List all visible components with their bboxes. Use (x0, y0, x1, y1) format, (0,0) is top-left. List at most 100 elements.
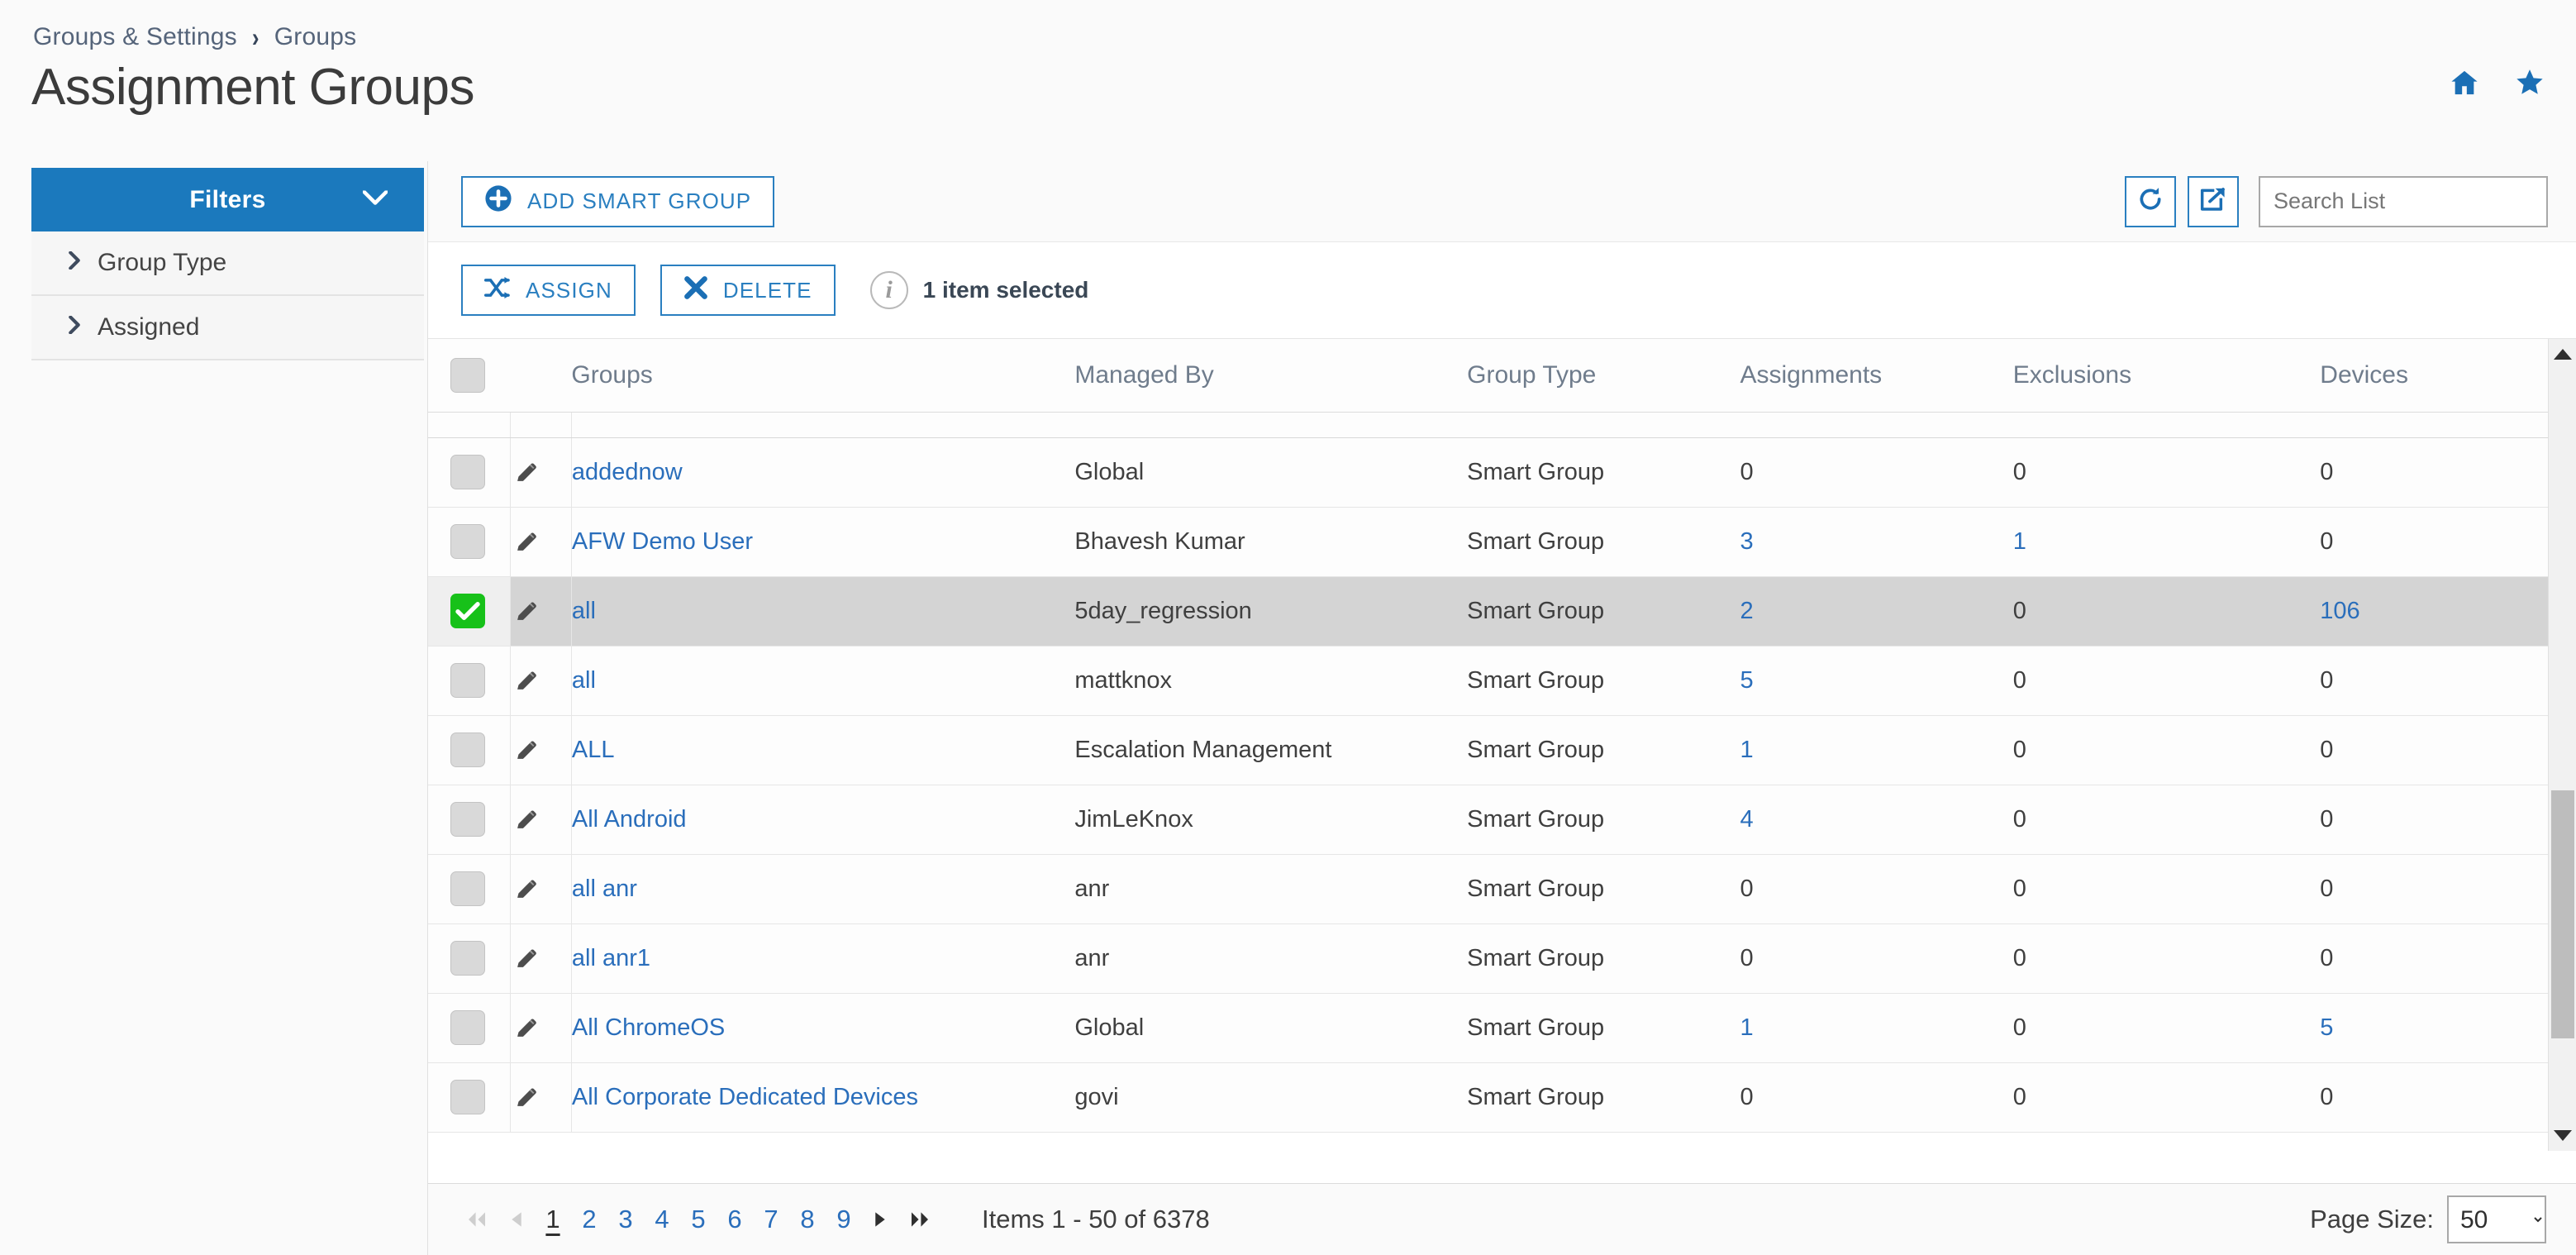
cell-group-name[interactable]: All ChromeOS (571, 993, 1075, 1063)
table-row[interactable]: ALL Escalation Management Smart Group 1 0 0 (428, 715, 2576, 785)
row-select-cell[interactable] (428, 1062, 511, 1133)
breadcrumb-item-groups-settings[interactable]: Groups & Settings (33, 23, 237, 51)
row-checkbox[interactable] (450, 455, 485, 489)
cell-devices[interactable]: 106 (2320, 576, 2576, 647)
row-edit-cell[interactable] (510, 576, 572, 647)
cell-group-name[interactable]: all anr1 (571, 923, 1075, 994)
row-checkbox[interactable] (450, 1080, 485, 1114)
next-page-button[interactable] (873, 1211, 888, 1228)
row-edit-cell[interactable] (510, 1062, 572, 1133)
last-page-button[interactable] (909, 1211, 931, 1228)
column-header-managed-by[interactable]: Managed By (1074, 339, 1468, 413)
edit-pencil-icon[interactable] (511, 599, 571, 623)
page-number-8[interactable]: 8 (800, 1205, 815, 1234)
table-row[interactable]: All Android JimLeKnox Smart Group 4 0 0 (428, 785, 2576, 855)
group-name-link[interactable]: ALL (572, 737, 615, 763)
previous-page-button[interactable] (509, 1211, 524, 1228)
page-number-1[interactable]: 1 (545, 1205, 560, 1234)
cell-assignments[interactable]: 1 (1740, 993, 2013, 1063)
edit-pencil-icon[interactable] (511, 946, 571, 971)
filters-header[interactable]: Filters (31, 168, 424, 231)
edit-pencil-icon[interactable] (511, 460, 571, 484)
assign-button[interactable]: ASSIGN (461, 265, 636, 316)
row-select-cell[interactable] (428, 507, 511, 577)
table-row[interactable]: addednow Global Smart Group 0 0 0 (428, 437, 2576, 508)
filter-item-assigned[interactable]: Assigned (31, 296, 424, 360)
edit-pencil-icon[interactable] (511, 807, 571, 832)
page-size-select[interactable]: 50 (2447, 1195, 2546, 1243)
first-page-button[interactable] (466, 1211, 488, 1228)
add-smart-group-button[interactable]: ADD SMART GROUP (461, 175, 775, 227)
cell-group-name[interactable]: all (571, 576, 1075, 647)
group-name-link[interactable]: All ChromeOS (572, 1014, 725, 1041)
cell-group-name[interactable]: ALL (571, 715, 1075, 785)
column-header-groups[interactable]: Groups (571, 339, 1075, 413)
page-number-4[interactable]: 4 (655, 1205, 669, 1234)
group-name-link[interactable]: addednow (572, 459, 683, 485)
edit-pencil-icon[interactable] (511, 876, 571, 901)
cell-group-name[interactable] (571, 412, 1075, 438)
cell-group-name[interactable]: All Android (571, 785, 1075, 855)
group-name-link[interactable]: all anr1 (572, 945, 650, 971)
cell-group-name[interactable]: all (571, 646, 1075, 716)
table-row[interactable]: All ChromeOS Global Smart Group 1 0 5 (428, 993, 2576, 1063)
scroll-up-arrow-icon[interactable] (2553, 349, 2572, 360)
edit-pencil-icon[interactable] (511, 1015, 571, 1040)
chevron-down-icon[interactable] (362, 189, 388, 209)
row-checkbox[interactable] (450, 871, 485, 906)
cell-group-name[interactable]: addednow (571, 437, 1075, 508)
table-row[interactable]: all anr anr Smart Group 0 0 0 (428, 854, 2576, 924)
row-select-cell[interactable] (428, 437, 511, 508)
row-edit-cell[interactable] (510, 854, 572, 924)
cell-assignments-value[interactable]: 3 (1740, 528, 1753, 555)
row-checkbox[interactable] (450, 594, 485, 628)
cell-exclusions[interactable]: 1 (2012, 507, 2321, 577)
table-row[interactable]: Smart Group100 (428, 412, 2576, 438)
row-select-cell[interactable] (428, 993, 511, 1063)
cell-assignments-value[interactable]: 2 (1740, 598, 1753, 624)
row-edit-cell[interactable] (510, 993, 572, 1063)
row-checkbox[interactable] (450, 1010, 485, 1045)
column-header-exclusions[interactable]: Exclusions (2012, 339, 2321, 413)
scrollbar-thumb[interactable] (2551, 790, 2574, 1038)
breadcrumb-item-groups[interactable]: Groups (274, 23, 357, 51)
group-name-link[interactable]: all (572, 598, 596, 624)
row-select-cell[interactable] (428, 412, 511, 438)
row-edit-cell[interactable] (510, 412, 572, 438)
home-icon[interactable] (2450, 69, 2478, 96)
row-checkbox[interactable] (450, 941, 485, 976)
row-checkbox[interactable] (450, 802, 485, 837)
row-select-cell[interactable] (428, 923, 511, 994)
cell-assignments[interactable]: 3 (1740, 507, 2013, 577)
page-number-6[interactable]: 6 (727, 1205, 742, 1234)
row-edit-cell[interactable] (510, 715, 572, 785)
export-button[interactable] (2188, 175, 2239, 227)
group-name-link[interactable]: AFW Demo User (572, 528, 753, 555)
cell-assignments[interactable]: 2 (1740, 576, 2013, 647)
page-number-9[interactable]: 9 (836, 1205, 851, 1234)
edit-pencil-icon[interactable] (511, 1085, 571, 1109)
row-select-cell[interactable] (428, 785, 511, 855)
cell-devices-value[interactable]: 5 (2320, 1014, 2333, 1041)
filter-item-group-type[interactable]: Group Type (31, 231, 424, 296)
row-checkbox[interactable] (450, 663, 485, 698)
row-select-cell[interactable] (428, 576, 511, 647)
page-number-2[interactable]: 2 (582, 1205, 597, 1234)
column-header-devices[interactable]: Devices (2320, 339, 2576, 413)
cell-group-name[interactable]: all anr (571, 854, 1075, 924)
cell-group-name[interactable]: AFW Demo User (571, 507, 1075, 577)
row-select-cell[interactable] (428, 854, 511, 924)
column-header-assignments[interactable]: Assignments (1740, 339, 2013, 413)
table-row[interactable]: All Corporate Dedicated Devices govi Smart… (428, 1062, 2576, 1133)
cell-assignments[interactable]: 4 (1740, 785, 2013, 855)
delete-button[interactable]: DELETE (659, 265, 836, 316)
column-header-group-type[interactable]: Group Type (1467, 339, 1740, 413)
cell-assignments-value[interactable]: 4 (1740, 806, 1753, 833)
cell-devices[interactable]: 5 (2320, 993, 2576, 1063)
page-number-7[interactable]: 7 (764, 1205, 779, 1234)
group-name-link[interactable]: All Android (572, 806, 687, 833)
table-row[interactable]: all 5day_regression Smart Group 2 0 106 (428, 576, 2576, 647)
cell-assignments-value[interactable]: 1 (1740, 737, 1753, 763)
row-edit-cell[interactable] (510, 923, 572, 994)
cell-assignments[interactable]: 1 (1740, 715, 2013, 785)
